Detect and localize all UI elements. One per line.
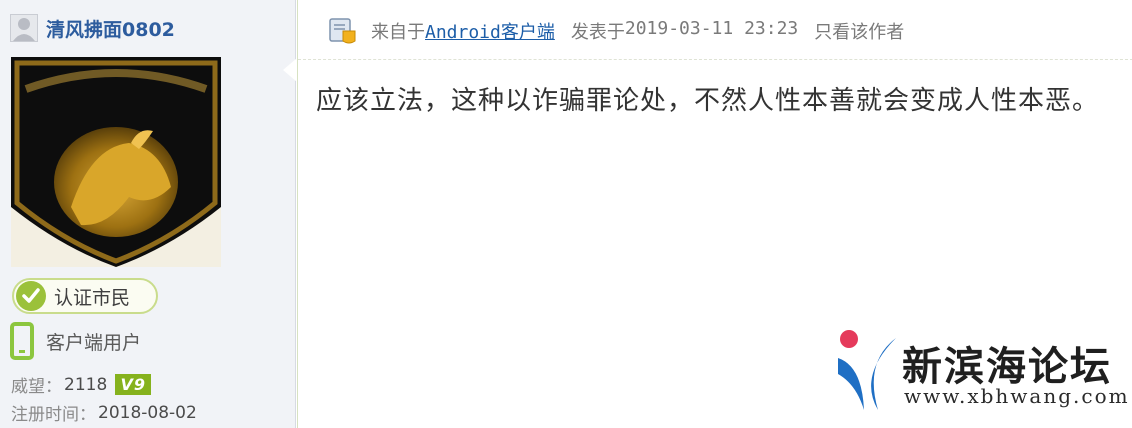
prestige-row: 威望： 2118 V9	[11, 372, 152, 397]
watermark-url: www.xbhwang.com	[904, 384, 1130, 408]
posted-time: 2019-03-11 23:23	[624, 18, 799, 39]
register-time-value: 2018-08-02	[98, 402, 197, 423]
post-pointer-arrow	[283, 58, 297, 82]
posted-label: 发表于	[570, 22, 625, 43]
prestige-label: 威望：	[11, 377, 62, 397]
user-sidebar: 清风拂面0802 认证市民 客户端用户 威望： 2118 V9 注册时间： 20…	[0, 0, 296, 428]
post-meta: 来自于 Android客户端 发表于 2019-03-11 23:23 只看该作…	[371, 18, 904, 44]
post-meta-header: 来自于 Android客户端 发表于 2019-03-11 23:23 只看该作…	[298, 0, 1132, 60]
site-watermark: 新滨海论坛 www.xbhwang.com	[834, 326, 1128, 416]
post-body-text: 应该立法，这种以诈骗罪论处，不然人性本善就会变成人性本恶。	[316, 86, 1100, 116]
android-client-link[interactable]: Android客户端	[425, 18, 555, 44]
level-badge: V9	[115, 374, 152, 395]
client-user-label: 客户端用户	[46, 331, 142, 354]
xbh-logo-icon	[834, 326, 904, 412]
avatar[interactable]	[11, 57, 221, 267]
certified-citizen-badge: 认证市民	[12, 278, 158, 314]
register-time-row: 注册时间： 2018-08-02	[11, 400, 197, 426]
only-author-link[interactable]: 只看该作者	[814, 18, 904, 44]
username-link[interactable]: 清风拂面0802	[46, 15, 175, 42]
user-header: 清风拂面0802	[10, 14, 175, 42]
user-icon	[10, 14, 38, 42]
mobile-post-icon	[329, 17, 357, 45]
register-time-label: 注册时间：	[11, 405, 96, 425]
phone-icon	[10, 322, 34, 360]
client-user-row: 客户端用户	[10, 322, 141, 360]
from-prefix: 来自于	[371, 22, 425, 43]
check-icon	[16, 281, 46, 311]
prestige-value: 2118	[64, 374, 108, 395]
badge-label: 认证市民	[54, 286, 131, 309]
